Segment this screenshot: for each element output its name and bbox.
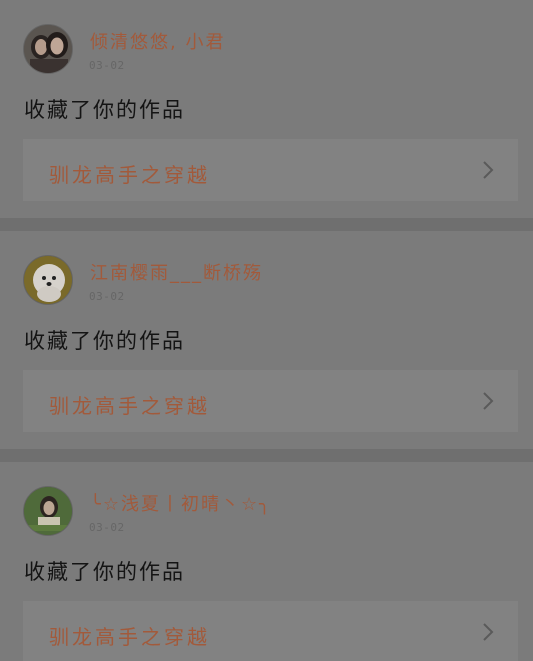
white-dog-photo-avatar [24, 256, 72, 304]
action-text: 收藏了你的作品 [24, 98, 185, 122]
work-link-button[interactable]: 驯龙高手之穿越 [23, 601, 518, 661]
notification-card: 倾清悠悠, 小君 03-02 收藏了你的作品 驯龙高手之穿越 [0, 0, 533, 218]
two-girls-photo-avatar [24, 25, 72, 73]
user-avatar[interactable] [23, 24, 73, 74]
work-title: 驯龙高手之穿越 [49, 394, 210, 418]
timestamp: 03-02 [89, 521, 125, 534]
work-link-button[interactable]: 驯龙高手之穿越 [23, 370, 518, 432]
chevron-right-icon [483, 392, 494, 410]
username-link[interactable]: 江南樱雨___断桥殇 [90, 259, 263, 285]
timestamp: 03-02 [89, 59, 125, 72]
timestamp: 03-02 [89, 290, 125, 303]
work-title: 驯龙高手之穿越 [49, 163, 210, 187]
user-avatar[interactable] [23, 255, 73, 305]
chevron-right-icon [483, 161, 494, 179]
username-link[interactable]: 倾清悠悠, 小君 [90, 28, 225, 54]
chevron-right-icon [483, 623, 494, 641]
user-avatar[interactable] [23, 486, 73, 536]
notification-card: 江南樱雨___断桥殇 03-02 收藏了你的作品 驯龙高手之穿越 [0, 231, 533, 449]
work-title: 驯龙高手之穿越 [49, 625, 210, 649]
action-text: 收藏了你的作品 [24, 560, 185, 584]
notification-feed: 倾清悠悠, 小君 03-02 收藏了你的作品 驯龙高手之穿越 江南樱雨___断桥… [0, 0, 533, 661]
action-text: 收藏了你的作品 [24, 329, 185, 353]
girl-green-photo-avatar [24, 487, 72, 535]
username-link[interactable]: ╰☆浅夏丨初晴丶☆╮ [90, 490, 272, 516]
work-link-button[interactable]: 驯龙高手之穿越 [23, 139, 518, 201]
notification-card: ╰☆浅夏丨初晴丶☆╮ 03-02 收藏了你的作品 驯龙高手之穿越 [0, 462, 533, 661]
